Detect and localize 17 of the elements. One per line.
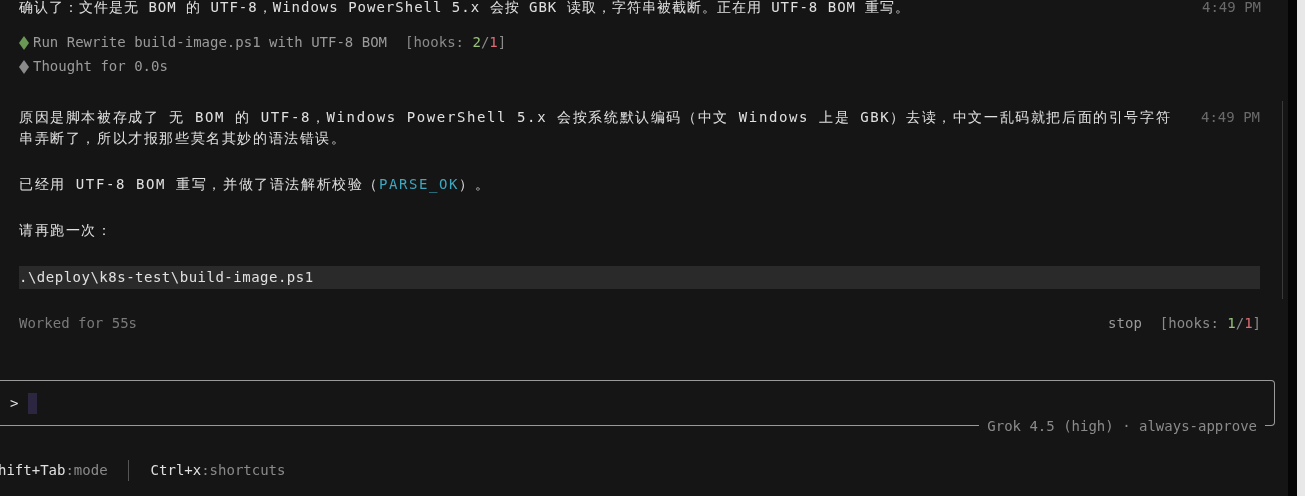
- message-text: 原因是脚本被存成了 无 BOM 的 UTF-8，Windows PowerShell 5.x 会按系统默认编码（中文 Windows 上是 GBK）去读，中文一乱码就把后面的引号字符串弄断了，所以才报那些莫名其妙的语法错误。: [19, 108, 1173, 148]
- message-time: 4:49 PM: [1202, 0, 1261, 17]
- message-text: 请再跑一次：: [19, 221, 114, 240]
- hooks-count: [hooks: 2/1]: [405, 34, 507, 50]
- scrollbar[interactable]: [1288, 0, 1305, 496]
- thought-step: Thought for 0.0s: [33, 56, 168, 77]
- shortcut-hint: Ctrl+x:shortcuts: [150, 461, 286, 480]
- code-block: .\deploy\k8s-test\build-image.ps1: [19, 266, 1260, 289]
- stop-label: stop: [1108, 314, 1142, 333]
- message-text: 确认了：文件是无 BOM 的 UTF-8，Windows PowerShell 5.x 会按 GBK 读取，字符串被截断。正在用 UTF-8 BOM 重写。: [19, 0, 912, 17]
- shortcut-hint: hift+Tab:mode: [0, 461, 108, 480]
- message-time: 4:49 PM: [1201, 108, 1260, 127]
- message-text: 已经用 UTF-8 BOM 重写，并做了语法解析校验（PARSE_OK）。: [19, 175, 492, 195]
- worked-duration: Worked for 55s: [19, 314, 137, 333]
- text-cursor: [28, 392, 38, 414]
- hooks-count: [hooks: 1/1]: [1159, 314, 1261, 333]
- run-step: Run Rewrite build-image.ps1 with UTF-8 BOM: [33, 32, 387, 53]
